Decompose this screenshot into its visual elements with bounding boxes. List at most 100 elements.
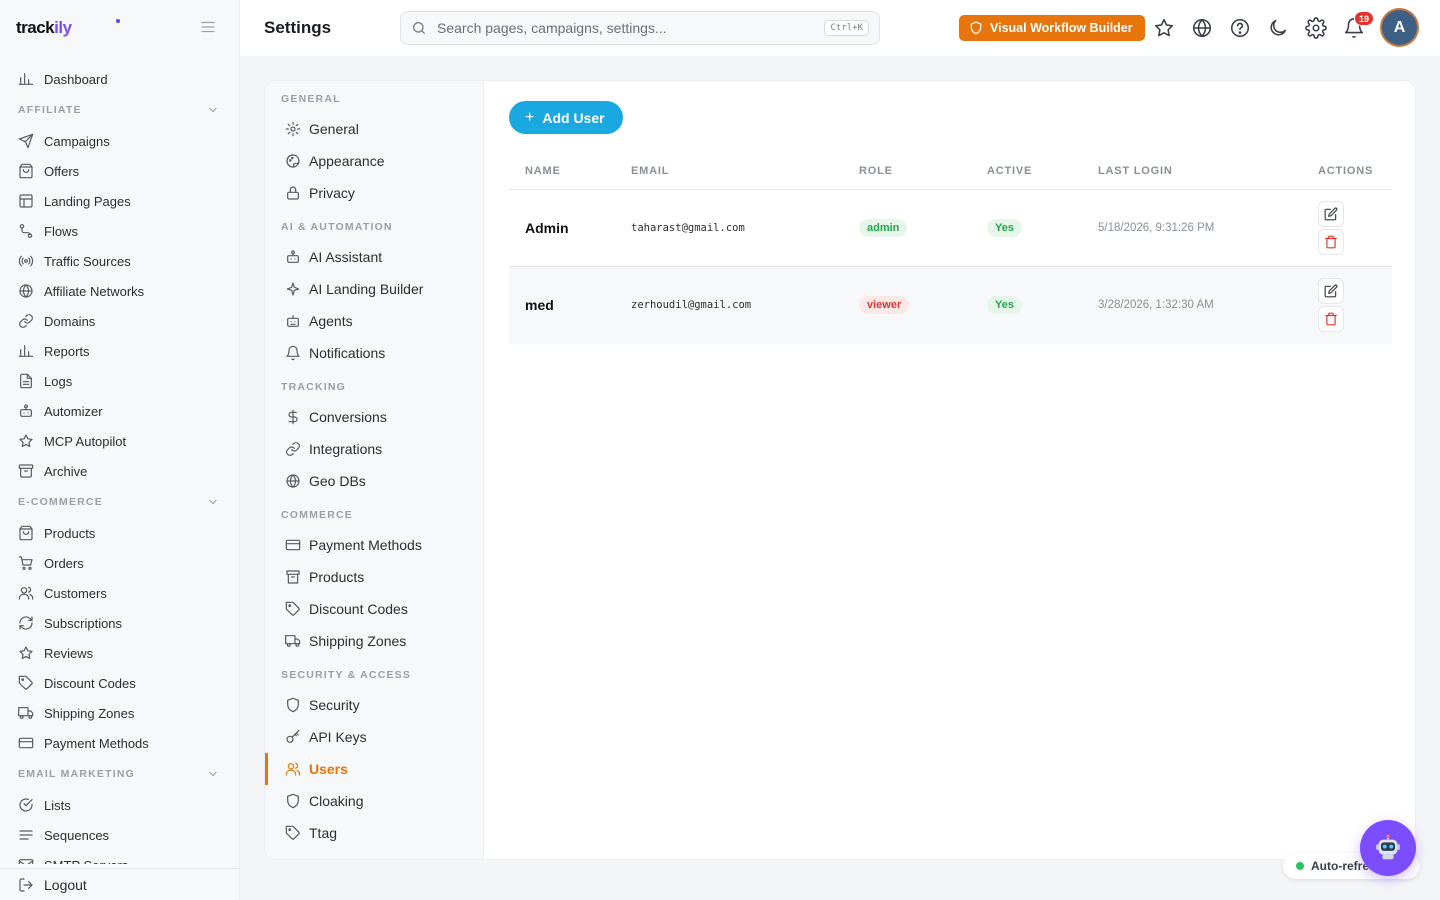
gear-icon: [285, 121, 301, 137]
robot-icon: [1373, 833, 1403, 863]
settings-nav-payment-methods[interactable]: Payment Methods: [265, 529, 483, 561]
shopping-bag-icon: [18, 163, 34, 179]
settings-nav-geo-dbs[interactable]: Geo DBs: [265, 465, 483, 497]
settings-nav-label: Cloaking: [309, 793, 364, 809]
shield-icon: [969, 21, 983, 35]
sidebar-item-archive[interactable]: Archive: [0, 456, 239, 486]
settings-nav-appearance[interactable]: Appearance: [265, 145, 483, 177]
truck-icon: [285, 633, 301, 649]
section-e-commerce[interactable]: E-COMMERCE: [0, 486, 239, 518]
section-affiliate[interactable]: AFFILIATE: [0, 94, 239, 126]
section-email-marketing[interactable]: EMAIL MARKETING: [0, 758, 239, 790]
settings-nav-integrations[interactable]: Integrations: [265, 433, 483, 465]
column-header-name: NAME: [525, 165, 561, 177]
truck-icon: [18, 705, 34, 721]
settings-section-commerce: COMMERCE: [281, 509, 354, 521]
logout-button[interactable]: Logout: [0, 868, 239, 900]
sidebar-item-orders[interactable]: Orders: [0, 548, 239, 578]
sidebar-item-landing-pages[interactable]: Landing Pages: [0, 186, 239, 216]
lock-icon: [285, 185, 301, 201]
column-header-role: ROLE: [859, 165, 893, 177]
menu-toggle-icon[interactable]: [199, 18, 217, 36]
sidebar-item-label: Subscriptions: [44, 615, 123, 631]
shopping-bag-icon: [18, 525, 34, 541]
edit-user-button[interactable]: [1318, 201, 1344, 227]
settings-nav-label: Geo DBs: [309, 473, 366, 489]
sidebar-item-traffic-sources[interactable]: Traffic Sources: [0, 246, 239, 276]
tag-icon: [285, 601, 301, 617]
search-input[interactable]: [437, 20, 825, 36]
settings-nav-notifications[interactable]: Notifications: [265, 337, 483, 369]
settings-nav-cloaking[interactable]: Cloaking: [265, 785, 483, 817]
logout-label: Logout: [44, 876, 87, 893]
bell-icon: [285, 345, 301, 361]
settings-nav-users[interactable]: Users: [265, 753, 483, 785]
sidebar-item-reports[interactable]: Reports: [0, 336, 239, 366]
flow-icon: [18, 223, 34, 239]
settings-nav-agents[interactable]: Agents: [265, 305, 483, 337]
credit-card-icon: [18, 735, 34, 751]
star-icon[interactable]: [1153, 17, 1175, 39]
edit-user-button[interactable]: [1318, 278, 1344, 304]
link-icon: [285, 441, 301, 457]
sidebar-item-shipping-zones[interactable]: Shipping Zones: [0, 698, 239, 728]
sidebar-item-offers[interactable]: Offers: [0, 156, 239, 186]
settings-nav-conversions[interactable]: Conversions: [265, 401, 483, 433]
settings-nav-api-keys[interactable]: API Keys: [265, 721, 483, 753]
sidebar-item-affiliate-networks[interactable]: Affiliate Networks: [0, 276, 239, 306]
settings-nav-discount-codes[interactable]: Discount Codes: [265, 593, 483, 625]
globe-icon[interactable]: [1191, 17, 1213, 39]
column-header-last-login: LAST LOGIN: [1098, 165, 1173, 177]
settings-nav-label: Payment Methods: [309, 537, 422, 553]
settings-nav-label: Products: [309, 569, 365, 585]
sidebar-item-smtp-servers[interactable]: SMTP Servers: [0, 850, 239, 864]
active-badge: Yes: [987, 219, 1022, 237]
sidebar-item-discount-codes[interactable]: Discount Codes: [0, 668, 239, 698]
sidebar-item-products[interactable]: Products: [0, 518, 239, 548]
refresh-icon: [18, 615, 34, 631]
brand-logo[interactable]: trackily: [16, 18, 72, 38]
bot-icon: [18, 403, 34, 419]
sidebar-item-campaigns[interactable]: Campaigns: [0, 126, 239, 156]
settings-nav-ai-landing-builder[interactable]: AI Landing Builder: [265, 273, 483, 305]
add-user-button[interactable]: + Add User: [509, 101, 623, 134]
sidebar-item-flows[interactable]: Flows: [0, 216, 239, 246]
moon-icon[interactable]: [1267, 17, 1289, 39]
sidebar-item-sequences[interactable]: Sequences: [0, 820, 239, 850]
sidebar-item-dashboard[interactable]: Dashboard: [0, 64, 239, 94]
sidebar-item-reviews[interactable]: Reviews: [0, 638, 239, 668]
globe-icon: [18, 283, 34, 299]
sidebar-item-label: Automizer: [44, 403, 103, 419]
ai-assistant-launcher[interactable]: [1360, 820, 1416, 876]
gear-icon[interactable]: [1305, 17, 1327, 39]
sidebar-item-label: Discount Codes: [44, 675, 136, 691]
settings-nav-shipping-zones[interactable]: Shipping Zones: [265, 625, 483, 657]
sidebar-item-label: Logs: [44, 373, 73, 389]
global-search[interactable]: Ctrl+K: [400, 11, 880, 45]
settings-nav-security[interactable]: Security: [265, 689, 483, 721]
delete-user-button[interactable]: [1318, 306, 1344, 332]
settings-nav-ttag[interactable]: Ttag: [265, 817, 483, 849]
sidebar-item-domains[interactable]: Domains: [0, 306, 239, 336]
sidebar-item-label: Archive: [44, 463, 88, 479]
settings-section-ai-automation: AI & AUTOMATION: [281, 221, 393, 233]
settings-nav-ai-assistant[interactable]: AI Assistant: [265, 241, 483, 273]
main-sidebar: trackily Dashboard AFFILIATE Campaigns Offe…: [0, 0, 240, 900]
sidebar-item-customers[interactable]: Customers: [0, 578, 239, 608]
archive-icon: [18, 463, 34, 479]
sidebar-item-label: Flows: [44, 223, 78, 239]
sidebar-item-automizer[interactable]: Automizer: [0, 396, 239, 426]
sidebar-item-subscriptions[interactable]: Subscriptions: [0, 608, 239, 638]
delete-user-button[interactable]: [1318, 229, 1344, 255]
sidebar-item-lists[interactable]: Lists: [0, 790, 239, 820]
settings-nav-general[interactable]: General: [265, 113, 483, 145]
sidebar-item-logs[interactable]: Logs: [0, 366, 239, 396]
visual-workflow-builder-button[interactable]: Visual Workflow Builder: [959, 15, 1145, 41]
settings-nav-privacy[interactable]: Privacy: [265, 177, 483, 209]
sidebar-item-label: Sequences: [44, 827, 110, 843]
settings-nav-products[interactable]: Products: [265, 561, 483, 593]
sidebar-item-mcp-autopilot[interactable]: MCP Autopilot: [0, 426, 239, 456]
help-icon[interactable]: [1229, 17, 1251, 39]
sidebar-item-payment-methods[interactable]: Payment Methods: [0, 728, 239, 758]
user-avatar[interactable]: A: [1382, 10, 1417, 45]
